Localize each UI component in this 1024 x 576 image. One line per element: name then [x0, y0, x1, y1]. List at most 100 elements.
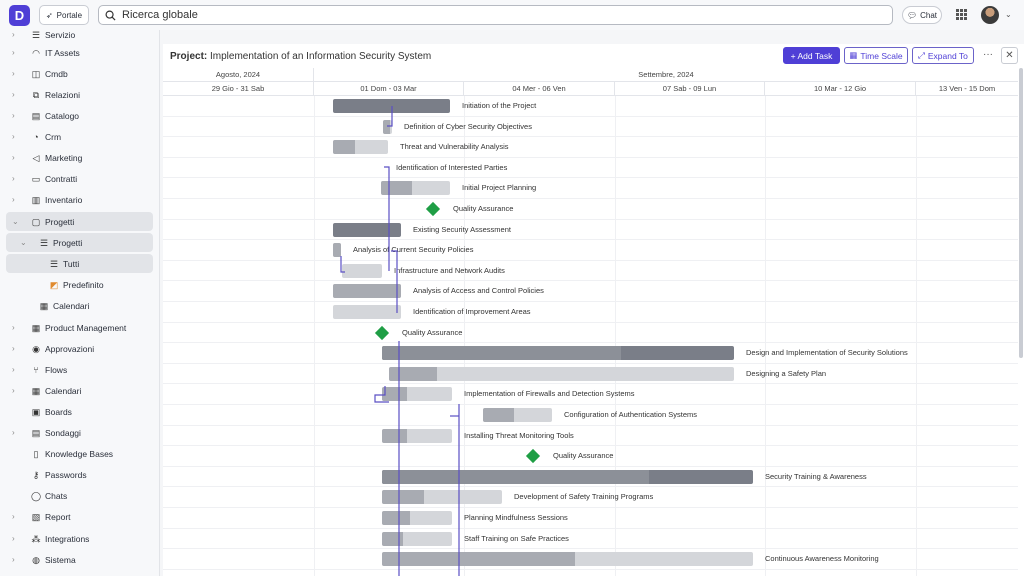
sidebar-item[interactable]: ◯ Chats — [6, 486, 153, 505]
sidebar-item[interactable]: ⌄ ☰ Progetti — [6, 233, 153, 252]
chevron-right-icon[interactable]: › — [12, 512, 15, 521]
more-options-icon[interactable]: ··· — [983, 49, 993, 60]
chevron-right-icon[interactable]: › — [12, 69, 15, 78]
sidebar-item[interactable]: › ⑂ Flows — [6, 360, 153, 379]
expand-to-label: Expand To — [927, 50, 968, 61]
report-icon: ▧ — [31, 511, 41, 522]
dependency-link — [384, 166, 390, 271]
chevron-right-icon[interactable]: › — [12, 90, 15, 99]
chevron-right-icon[interactable]: › — [12, 48, 15, 57]
sidebar-item[interactable]: ◩ Predefinito — [6, 275, 153, 294]
projects-icon: ▢ — [31, 216, 41, 227]
timeline-week-header: 29 Gio - 31 Sab 01 Dom - 03 Mar 04 Mer -… — [163, 82, 1018, 96]
app-logo-icon[interactable]: D — [9, 5, 30, 26]
contract-icon: ▭ — [31, 173, 41, 184]
dependency-link — [340, 256, 345, 273]
chevron-right-icon[interactable]: › — [12, 428, 15, 437]
chevron-right-icon[interactable]: › — [12, 344, 15, 353]
calendar-icon: ▦ — [39, 300, 49, 311]
sidebar-item-label: Calendari — [53, 300, 90, 311]
close-icon[interactable]: ✕ — [1001, 47, 1018, 64]
chevron-right-icon[interactable]: › — [12, 195, 15, 204]
week-header-cell: 01 Dom - 03 Mar — [314, 82, 464, 96]
sidebar-item[interactable]: ⌄ ▢ Progetti — [6, 212, 153, 231]
sidebar-item[interactable]: › ▭ Contratti — [6, 169, 153, 188]
sidebar-item[interactable]: ▦ Calendari — [6, 296, 153, 315]
time-scale-button[interactable]: ▦ Time Scale — [844, 47, 908, 64]
sidebar-item-label: Tutti — [63, 258, 80, 269]
sidebar-item-label: Servizio — [45, 30, 76, 40]
week-header-cell: 04 Mer - 06 Ven — [464, 82, 615, 96]
sidebar-item[interactable]: › ☰ Servizio — [6, 30, 153, 44]
portal-button[interactable]: ➶ Portale — [39, 5, 89, 25]
expand-icon: ⤢ — [918, 50, 925, 60]
sidebar-item[interactable]: ▣ Boards — [6, 402, 153, 421]
sidebar-item[interactable]: › ▦ Product Management — [6, 318, 153, 337]
chevron-right-icon[interactable]: › — [12, 365, 15, 374]
month-header-cell: Settembre, 2024 — [638, 70, 694, 79]
calendar-icon: ▦ — [31, 385, 41, 396]
sidebar-item[interactable]: › ◠ IT Assets — [6, 43, 153, 62]
user-avatar[interactable] — [981, 6, 999, 24]
week-header-cell: 13 Ven - 15 Dom — [938, 84, 996, 93]
project-name: Implementation of an Information Securit… — [210, 51, 432, 62]
chat-button[interactable]: 💬︎ Chat — [902, 6, 942, 24]
gantt-chart: Initiation of the Project Definition of C… — [163, 96, 1018, 576]
chevron-down-icon[interactable]: ⌄ — [20, 238, 27, 247]
calendar-icon: ▦ — [31, 322, 41, 333]
sidebar-item[interactable]: › ◉ Approvazioni — [6, 339, 153, 358]
integrations-icon: ⁂ — [31, 533, 41, 544]
sidebar: › ☰ Servizio › ◠ IT Assets › ◫ Cmdb › ⧉ Relazioni › ▤… — [0, 30, 160, 576]
sidebar-item[interactable]: › ◁ Marketing — [6, 148, 153, 167]
sidebar-item[interactable]: › ▥ Inventario — [6, 190, 153, 209]
apps-grid-icon[interactable] — [956, 9, 967, 20]
expand-to-button[interactable]: ⤢ Expand To — [912, 47, 974, 64]
chevron-right-icon[interactable]: › — [12, 153, 15, 162]
sidebar-item-label: Crm — [45, 131, 62, 142]
sidebar-item-label: Marketing — [45, 152, 83, 163]
sidebar-item[interactable]: › ▧ Report — [6, 507, 153, 526]
sidebar-item[interactable]: › ◍ Sistema — [6, 550, 153, 569]
chat-button-label: Chat — [920, 10, 938, 20]
global-search-input[interactable]: Ricerca globale — [98, 5, 893, 25]
sidebar-item[interactable]: ☰ Tutti — [6, 254, 153, 273]
sidebar-item-label: Approvazioni — [45, 343, 95, 354]
add-task-button[interactable]: + Add Task — [783, 47, 840, 64]
sidebar-item-label: Catalogo — [45, 110, 80, 121]
chevron-right-icon[interactable]: › — [12, 386, 15, 395]
crm-icon: ◔ — [33, 131, 39, 142]
sidebar-item-label: Chats — [45, 490, 68, 501]
survey-icon: ▤ — [31, 427, 41, 438]
chat-bubble-icon: 💬︎ — [906, 10, 918, 20]
sidebar-item[interactable]: › ▤ Sondaggi — [6, 423, 153, 442]
list-icon: ☰ — [49, 258, 59, 269]
service-icon: ☰ — [31, 30, 41, 40]
sidebar-item[interactable]: › ◔ Crm — [6, 127, 153, 146]
board-icon: ▣ — [31, 406, 41, 417]
chevron-right-icon[interactable]: › — [12, 534, 15, 543]
sidebar-item[interactable]: ▯ Knowledge Bases — [6, 444, 153, 463]
chevron-right-icon[interactable]: › — [12, 323, 15, 332]
sidebar-item[interactable]: › ▦ Calendari — [6, 381, 153, 400]
dependency-link — [387, 106, 393, 127]
sidebar-item[interactable]: › ▤ Catalogo — [6, 106, 153, 125]
sidebar-item[interactable]: › ⧉ Relazioni — [6, 85, 153, 104]
vertical-scrollbar[interactable] — [1019, 68, 1023, 358]
calendar-icon: ▦ — [849, 50, 858, 60]
sidebar-item[interactable]: › ◫ Cmdb — [6, 64, 153, 83]
chevron-down-icon[interactable]: ⌄ — [12, 217, 19, 226]
chevron-right-icon[interactable]: › — [12, 132, 15, 141]
sidebar-item-label: Sistema — [45, 554, 76, 565]
chevron-right-icon[interactable]: › — [12, 555, 15, 564]
dependency-links — [340, 106, 460, 576]
dependency-link — [391, 250, 398, 313]
sidebar-item[interactable]: › ⁂ Integrations — [6, 529, 153, 548]
list-icon: ☰ — [39, 237, 49, 248]
chevron-right-icon[interactable]: › — [12, 111, 15, 120]
sidebar-item[interactable]: ⚷ Passwords — [6, 465, 153, 484]
week-header-cell: 07 Sab - 09 Lun — [615, 82, 765, 96]
chevron-right-icon[interactable]: › — [12, 174, 15, 183]
chevron-down-icon[interactable]: ⌄ — [1005, 10, 1012, 19]
chevron-right-icon[interactable]: › — [12, 30, 15, 39]
key-icon: ⚷ — [32, 469, 40, 480]
